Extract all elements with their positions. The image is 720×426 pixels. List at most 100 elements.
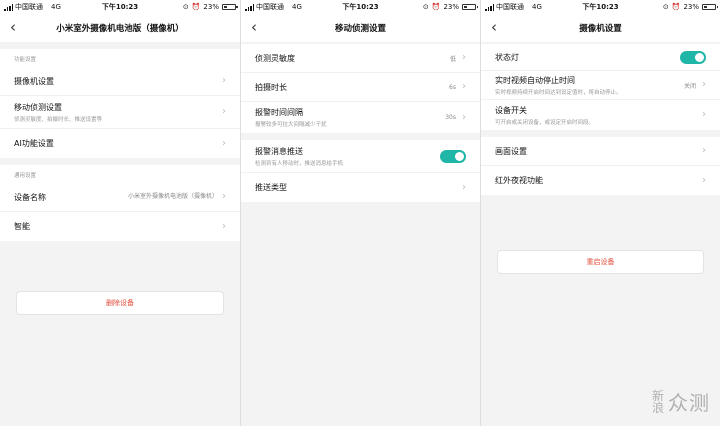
page-title: 移动侦测设置 — [334, 24, 386, 34]
row-label: 移动侦测设置 — [14, 102, 62, 112]
row-label: 设备开关 — [495, 105, 527, 115]
settings-row-device-name[interactable]: 设备名称 小米室外摄像机电池版（摄像机） › — [0, 183, 240, 212]
chevron-right-icon: › — [462, 111, 466, 123]
signal-icon — [245, 3, 254, 11]
page-title: 小米室外摄像机电池版（摄像机） — [56, 24, 184, 34]
chevron-right-icon: › — [222, 75, 226, 86]
restart-device-button[interactable]: 重启设备 — [497, 250, 704, 274]
section-general-settings: 通用设置 设备名称 小米室外摄像机电池版（摄像机） › 智能 › — [0, 165, 240, 241]
settings-list-image: 画面设置 › 红外夜视功能 › — [481, 137, 720, 195]
settings-row-ai[interactable]: AI功能设置 › — [0, 129, 240, 158]
chevron-right-icon: › — [702, 79, 706, 90]
signal-icon — [4, 3, 13, 11]
settings-list-push: 报警消息推送 检测到有人移动时，推送消息给手机 推送类型 › — [241, 140, 480, 202]
section-feature-settings: 功能设置 摄像机设置 › 移动侦测设置 侦测灵敏度、拍摄时长、推送设置等 › A… — [0, 49, 240, 158]
chevron-right-icon: › — [702, 145, 706, 156]
battery-icon — [462, 4, 478, 10]
row-subtitle: 实时视频持续开启时间达到设定值时，将自动停止。 — [495, 89, 622, 96]
interval-value: 30s — [445, 114, 456, 121]
settings-row-camera[interactable]: 摄像机设置 › — [0, 67, 240, 96]
chevron-right-icon: › — [222, 137, 226, 149]
signal-icon — [485, 3, 494, 11]
chevron-right-icon: › — [222, 220, 226, 232]
battery-percent: 23% — [683, 3, 699, 11]
row-label: 设备名称 — [14, 192, 46, 202]
status-bar: 中国联通 4G 下午10:23 ⊙ ⏰ 23% — [241, 0, 480, 14]
auto-stop-value: 关闭 — [683, 82, 696, 90]
row-label: 摄像机设置 — [14, 76, 54, 86]
watermark-logo: 新浪 众测 — [652, 387, 710, 416]
device-name-value: 小米室外摄像机电池版（摄像机） — [128, 193, 219, 200]
alarm-icon: ⏰ — [191, 3, 201, 11]
settings-row-status-light: 状态灯 — [481, 44, 720, 71]
chevron-right-icon: › — [222, 191, 226, 202]
battery-percent: 23% — [443, 3, 459, 11]
carrier-name: 中国联通 — [496, 3, 524, 11]
settings-row-night-vision[interactable]: 红外夜视功能 › — [481, 166, 720, 195]
carrier-name: 中国联通 — [256, 3, 284, 11]
screenshot-composite: 中国联通 4G 下午10:23 ⊙ ⏰ 23% ‹ 小米室外摄像机电池版（摄像机… — [0, 0, 720, 426]
row-label: 拍摄时长 — [255, 82, 287, 92]
nav-bar: ‹ 小米室外摄像机电池版（摄像机） — [0, 14, 240, 42]
row-label: 画面设置 — [495, 146, 527, 156]
battery-icon — [702, 4, 718, 10]
delete-device-button[interactable]: 删除设备 — [16, 291, 224, 315]
chevron-right-icon: › — [222, 106, 226, 117]
status-time: 下午10:23 — [101, 3, 139, 11]
settings-row-push-notification: 报警消息推送 检测到有人移动时，推送消息给手机 — [241, 140, 480, 173]
row-label: 推送类型 — [255, 183, 287, 192]
watermark-right-text: 众测 — [668, 391, 710, 415]
nav-bar: ‹ 移动侦测设置 — [241, 14, 480, 42]
page-title: 摄像机设置 — [579, 24, 622, 34]
settings-row-device-switch[interactable]: 设备开关 可开启或关闭设备，或设定开启时间段。 › — [481, 100, 720, 130]
watermark-left-text: 新浪 — [652, 388, 665, 415]
row-subtitle: 可开启或关闭设备，或设定开启时间段。 — [495, 119, 595, 126]
network-type: 4G — [532, 3, 542, 11]
chevron-right-icon: › — [702, 109, 706, 120]
lock-rotation-icon: ⊙ — [422, 3, 429, 11]
status-light-toggle[interactable] — [680, 50, 706, 64]
back-chevron-icon[interactable]: ‹ — [10, 20, 16, 35]
status-bar: 中国联通 4G 下午10:23 ⊙ ⏰ 23% — [0, 0, 240, 14]
settings-list: 状态灯 实时视频自动停止时间 实时视频持续开启时间达到设定值时，将自动停止。 关… — [481, 44, 720, 130]
alarm-icon: ⏰ — [431, 3, 441, 11]
network-type: 4G — [51, 3, 61, 11]
lock-rotation-icon: ⊙ — [182, 3, 189, 11]
chevron-right-icon: › — [702, 174, 706, 186]
battery-icon — [221, 4, 238, 10]
chevron-right-icon: › — [462, 52, 466, 63]
row-subtitle: 侦测灵敏度、拍摄时长、推送设置等 — [14, 116, 103, 123]
settings-row-record-duration[interactable]: 拍摄时长 6s › — [241, 73, 480, 102]
alarm-icon: ⏰ — [671, 3, 681, 11]
carrier-name: 中国联通 — [15, 3, 43, 11]
back-chevron-icon[interactable]: ‹ — [491, 20, 497, 35]
row-label: 状态灯 — [495, 52, 519, 62]
network-type: 4G — [292, 3, 302, 11]
settings-row-sensitivity[interactable]: 侦测灵敏度 低 › — [241, 44, 480, 73]
settings-row-push-type[interactable]: 推送类型 › — [241, 173, 480, 202]
settings-row-image[interactable]: 画面设置 › — [481, 137, 720, 166]
section-label: 功能设置 — [0, 49, 240, 67]
back-chevron-icon[interactable]: ‹ — [251, 20, 257, 35]
status-time: 下午10:23 — [342, 3, 379, 11]
row-label: 实时视频自动停止时间 — [495, 75, 575, 85]
duration-value: 6s — [449, 83, 456, 91]
sensitivity-value: 低 — [449, 55, 456, 63]
settings-row-live-auto-stop[interactable]: 实时视频自动停止时间 实时视频持续开启时间达到设定值时，将自动停止。 关闭 › — [481, 71, 720, 100]
push-notification-toggle[interactable] — [440, 149, 466, 163]
settings-list: 侦测灵敏度 低 › 拍摄时长 6s › 报警时间间隔 报警较多可拉大间隔减少干扰… — [241, 44, 480, 133]
phone-screen-camera-settings: 中国联通 4G 下午10:23 ⊙ ⏰ 23% ‹ 摄像机设置 状态灯 实时视频… — [480, 0, 720, 426]
battery-percent: 23% — [203, 3, 219, 11]
settings-row-alarm-interval[interactable]: 报警时间间隔 报警较多可拉大间隔减少干扰 30s › — [241, 102, 480, 133]
section-label: 通用设置 — [0, 165, 240, 183]
row-label: 报警消息推送 — [255, 146, 303, 156]
settings-row-motion-detection[interactable]: 移动侦测设置 侦测灵敏度、拍摄时长、推送设置等 › — [0, 96, 240, 129]
row-label: 智能 — [14, 222, 30, 231]
settings-row-smart[interactable]: 智能 › — [0, 212, 240, 241]
row-label: 红外夜视功能 — [495, 176, 543, 185]
phone-screen-device-settings: 中国联通 4G 下午10:23 ⊙ ⏰ 23% ‹ 小米室外摄像机电池版（摄像机… — [0, 0, 240, 426]
chevron-right-icon: › — [462, 81, 466, 92]
row-label: AI功能设置 — [14, 139, 54, 148]
row-label: 侦测灵敏度 — [255, 53, 295, 63]
row-subtitle: 检测到有人移动时，推送消息给手机 — [255, 160, 344, 167]
